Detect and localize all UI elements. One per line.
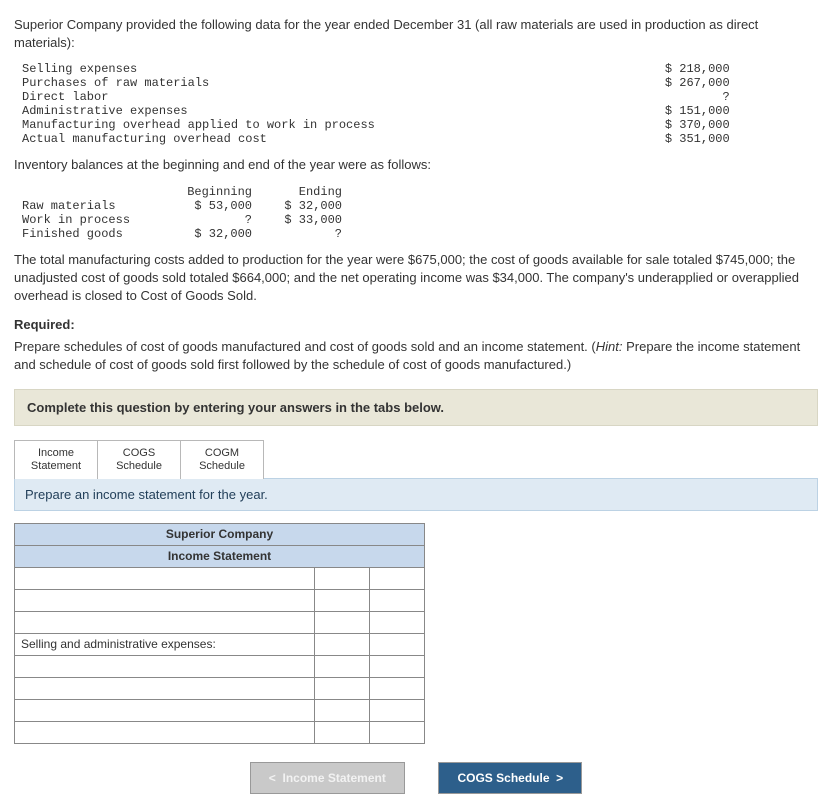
inventory-intro: Inventory balances at the beginning and … bbox=[14, 156, 818, 174]
ws-cell[interactable] bbox=[315, 611, 370, 633]
ws-cell[interactable] bbox=[15, 611, 315, 633]
inv-row-label: Finished goods bbox=[22, 227, 172, 241]
ws-cell[interactable] bbox=[315, 721, 370, 743]
tab-cogs-schedule[interactable]: COGS Schedule bbox=[97, 440, 181, 479]
ws-cell[interactable] bbox=[370, 655, 425, 677]
line-label: Manufacturing overhead applied to work i… bbox=[22, 118, 385, 132]
inv-header-blank bbox=[22, 185, 172, 199]
complete-prompt: Complete this question by entering your … bbox=[14, 389, 818, 426]
inv-beg: $ 53,000 bbox=[172, 199, 262, 213]
inventory-table: Beginning Ending Raw materials $ 53,000 … bbox=[22, 185, 352, 241]
tab-strip: Income Statement COGS Schedule COGM Sche… bbox=[14, 440, 818, 479]
ws-cell[interactable] bbox=[370, 677, 425, 699]
tab-line2: Schedule bbox=[181, 460, 263, 473]
ws-row-selling-admin[interactable]: Selling and administrative expenses: bbox=[15, 633, 315, 655]
inv-row-label: Raw materials bbox=[22, 199, 172, 213]
line-label: Selling expenses bbox=[22, 62, 385, 76]
ws-cell[interactable] bbox=[315, 677, 370, 699]
inv-beg: $ 32,000 bbox=[172, 227, 262, 241]
tab-line2: Schedule bbox=[98, 460, 180, 473]
inv-row-label: Work in process bbox=[22, 213, 172, 227]
narrative-text: The total manufacturing costs added to p… bbox=[14, 251, 818, 306]
inv-beg: ? bbox=[172, 213, 262, 227]
line-label: Purchases of raw materials bbox=[22, 76, 385, 90]
tab-income-statement[interactable]: Income Statement bbox=[14, 440, 98, 479]
ws-cell[interactable] bbox=[315, 567, 370, 589]
ws-cell[interactable] bbox=[315, 633, 370, 655]
tab-line1: Income bbox=[15, 447, 97, 460]
ws-cell[interactable] bbox=[15, 567, 315, 589]
inv-header-beginning: Beginning bbox=[172, 185, 262, 199]
worksheet-table: Superior Company Income Statement Sellin… bbox=[14, 523, 425, 744]
inv-end: $ 33,000 bbox=[262, 213, 352, 227]
required-pre: Prepare schedules of cost of goods manuf… bbox=[14, 339, 596, 354]
intro-text: Superior Company provided the following … bbox=[14, 16, 818, 52]
ws-cell[interactable] bbox=[315, 699, 370, 721]
inv-end: ? bbox=[262, 227, 352, 241]
tab-line2: Statement bbox=[15, 460, 97, 473]
ws-cell[interactable] bbox=[315, 655, 370, 677]
line-value: ? bbox=[385, 90, 740, 104]
required-body: Prepare schedules of cost of goods manuf… bbox=[14, 338, 818, 374]
ws-cell[interactable] bbox=[370, 699, 425, 721]
tab-line1: COGS bbox=[98, 447, 180, 460]
line-value: $ 370,000 bbox=[385, 118, 740, 132]
line-value: $ 218,000 bbox=[385, 62, 740, 76]
hint-label: Hint: bbox=[596, 339, 623, 354]
line-label: Actual manufacturing overhead cost bbox=[22, 132, 385, 146]
ws-cell[interactable] bbox=[370, 589, 425, 611]
inv-end: $ 32,000 bbox=[262, 199, 352, 213]
given-data-table: Selling expenses$ 218,000 Purchases of r… bbox=[22, 62, 740, 146]
line-value: $ 151,000 bbox=[385, 104, 740, 118]
ws-cell[interactable] bbox=[15, 721, 315, 743]
ws-cell[interactable] bbox=[370, 633, 425, 655]
ws-statement-title: Income Statement bbox=[15, 545, 425, 567]
line-label: Administrative expenses bbox=[22, 104, 385, 118]
ws-cell[interactable] bbox=[15, 589, 315, 611]
line-value: $ 267,000 bbox=[385, 76, 740, 90]
ws-company-title: Superior Company bbox=[15, 523, 425, 545]
ws-cell[interactable] bbox=[370, 611, 425, 633]
required-label: Required: bbox=[14, 317, 818, 332]
ws-cell[interactable] bbox=[15, 655, 315, 677]
sub-instruction: Prepare an income statement for the year… bbox=[14, 478, 818, 511]
ws-cell[interactable] bbox=[370, 721, 425, 743]
line-label: Direct labor bbox=[22, 90, 385, 104]
ws-cell[interactable] bbox=[15, 699, 315, 721]
line-value: $ 351,000 bbox=[385, 132, 740, 146]
tab-cogm-schedule[interactable]: COGM Schedule bbox=[180, 440, 264, 479]
ws-cell[interactable] bbox=[15, 677, 315, 699]
ws-cell[interactable] bbox=[370, 567, 425, 589]
inv-header-ending: Ending bbox=[262, 185, 352, 199]
ws-cell[interactable] bbox=[315, 589, 370, 611]
tab-line1: COGM bbox=[181, 447, 263, 460]
